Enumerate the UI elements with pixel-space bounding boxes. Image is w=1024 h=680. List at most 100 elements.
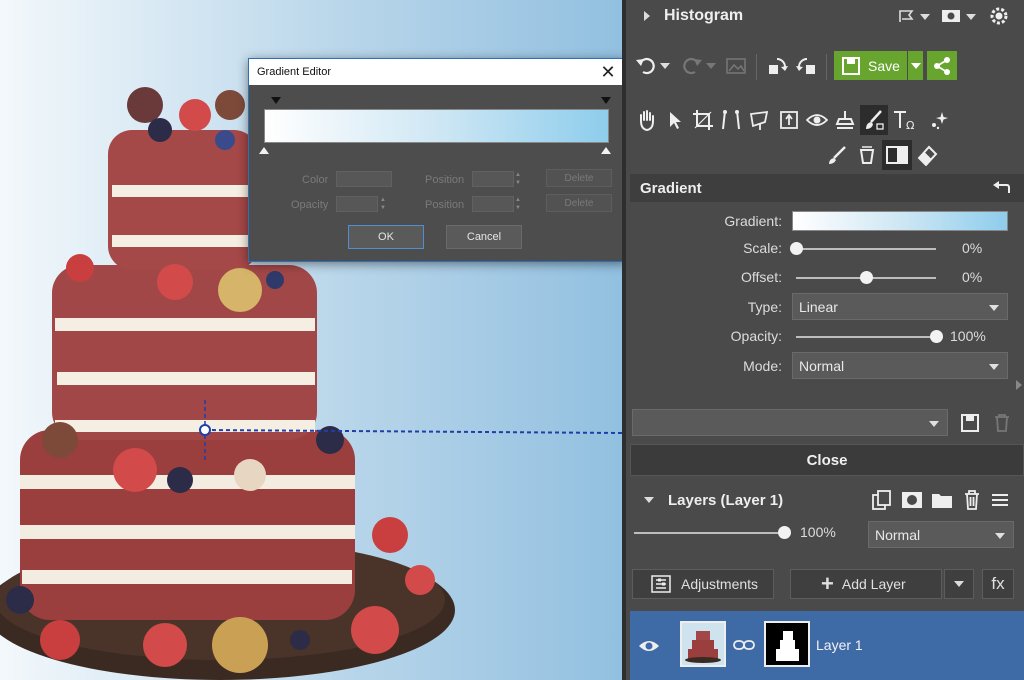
offset-label: Offset: xyxy=(741,269,782,285)
pointer-tool-icon[interactable] xyxy=(662,107,688,133)
plus-icon: + xyxy=(821,571,834,596)
color-field[interactable] xyxy=(336,171,392,187)
eraser-tool-icon[interactable] xyxy=(914,142,940,168)
chevron-down-icon[interactable] xyxy=(966,12,976,22)
menu-icon[interactable] xyxy=(988,488,1012,512)
crop-flag-icon[interactable] xyxy=(896,6,918,26)
chevron-down-icon xyxy=(706,61,716,71)
reset-arrow-icon[interactable] xyxy=(990,178,1012,198)
adjustments-label: Adjustments xyxy=(681,576,759,592)
opacity-value: 100% xyxy=(950,328,986,344)
perspective-tool-icon[interactable] xyxy=(746,107,772,133)
brush-tool-icon[interactable] xyxy=(860,105,888,135)
offset-slider-knob[interactable] xyxy=(860,271,873,284)
layer-opacity-slider-track[interactable] xyxy=(634,532,784,534)
save-button[interactable]: Save xyxy=(834,51,907,80)
chevron-down-icon xyxy=(929,421,939,427)
trash-icon[interactable] xyxy=(960,488,984,512)
mode-select[interactable]: Normal xyxy=(792,352,1008,379)
gradient-preview-bar[interactable] xyxy=(264,109,609,143)
delete-preset-icon xyxy=(990,411,1014,435)
clone-stamp-tool-icon[interactable] xyxy=(832,107,858,133)
red-eye-tool-icon[interactable] xyxy=(804,107,830,133)
opacity-stop-right[interactable] xyxy=(601,97,611,104)
layer-mask-icon[interactable] xyxy=(900,488,924,512)
add-layer-button[interactable]: + Add Layer xyxy=(790,569,942,599)
fill-bucket-icon[interactable] xyxy=(854,142,880,168)
layer-mask-thumbnail[interactable] xyxy=(764,621,810,667)
chevron-down-icon[interactable] xyxy=(920,12,930,22)
layers-title: Layers (Layer 1) xyxy=(668,491,784,509)
color-stop-right[interactable] xyxy=(601,147,611,154)
opacity-slider-knob[interactable] xyxy=(930,330,943,343)
save-preset-icon[interactable] xyxy=(958,411,982,435)
ok-button[interactable]: OK xyxy=(348,225,424,249)
svg-text:Ω: Ω xyxy=(906,119,914,131)
opacity-field[interactable] xyxy=(336,196,378,212)
save-options-dropdown[interactable] xyxy=(908,51,923,80)
display-mode-icon[interactable] xyxy=(940,6,962,26)
hand-tool-icon[interactable] xyxy=(634,107,660,133)
type-select[interactable]: Linear xyxy=(792,293,1008,320)
adjustments-button[interactable]: Adjustments xyxy=(632,569,774,599)
rotate-right-icon[interactable] xyxy=(794,54,818,80)
opacity-position-field[interactable] xyxy=(472,196,514,212)
gradient-editor-dialog: Gradient Editor ✕ Color Position ▲ ▼ Dele… xyxy=(248,58,626,262)
opacity-label: Opacity: xyxy=(730,328,782,344)
duplicate-layer-icon[interactable] xyxy=(870,488,894,512)
scale-slider-track[interactable] xyxy=(796,248,936,250)
spin-arrows-icon[interactable]: ▲ ▼ xyxy=(514,171,522,187)
layer-opacity-value: 100% xyxy=(800,524,836,540)
gradient-tool-icon[interactable] xyxy=(882,140,912,170)
folder-icon[interactable] xyxy=(930,488,954,512)
text-tool-icon[interactable]: Ω xyxy=(890,105,920,135)
effects-sparkle-icon[interactable] xyxy=(926,107,952,133)
collapse-arrow-icon xyxy=(644,497,654,503)
opacity-delete-button[interactable]: Delete xyxy=(546,194,612,212)
save-label: Save xyxy=(868,57,900,74)
gradient-swatch[interactable] xyxy=(792,211,1008,231)
close-button[interactable]: Close xyxy=(630,444,1024,476)
layer-opacity-slider-knob[interactable] xyxy=(778,526,791,539)
share-icon xyxy=(934,56,950,75)
layer-row[interactable]: Layer 1 xyxy=(630,611,1024,680)
dialog-titlebar[interactable]: Gradient Editor ✕ xyxy=(249,59,625,85)
close-icon[interactable]: ✕ xyxy=(591,59,625,85)
toolbar-divider xyxy=(826,54,827,80)
layer-name: Layer 1 xyxy=(816,637,863,653)
opacity-slider-track[interactable] xyxy=(796,336,936,338)
adjustments-icon xyxy=(651,575,671,593)
gradient-handle[interactable] xyxy=(199,424,211,436)
histogram-header[interactable]: Histogram xyxy=(630,2,1024,30)
visibility-eye-icon[interactable] xyxy=(636,635,662,657)
opacity-position-label: Position xyxy=(425,199,465,211)
color-stop-left[interactable] xyxy=(259,147,269,154)
share-button[interactable] xyxy=(927,51,957,80)
add-layer-dropdown[interactable] xyxy=(944,569,974,599)
paint-brush-icon[interactable] xyxy=(824,142,850,168)
chevron-down-icon[interactable] xyxy=(660,61,670,71)
opacity-stop-left[interactable] xyxy=(271,97,281,104)
chevron-down-icon xyxy=(954,581,964,587)
color-delete-button[interactable]: Delete xyxy=(546,169,612,187)
spin-arrows-icon[interactable]: ▲ ▼ xyxy=(379,196,387,212)
cancel-button[interactable]: Cancel xyxy=(446,225,522,249)
scale-label: Scale: xyxy=(743,240,782,256)
fx-button[interactable]: fx xyxy=(982,569,1014,599)
canvas-size-tool-icon[interactable] xyxy=(776,107,802,133)
layer-thumbnail[interactable] xyxy=(680,621,726,667)
panel-collapse-arrow-icon[interactable] xyxy=(1016,380,1022,390)
straighten-tool-icon[interactable] xyxy=(718,107,744,133)
settings-gear-icon[interactable] xyxy=(988,5,1010,27)
spin-arrows-icon[interactable]: ▲ ▼ xyxy=(514,196,522,212)
undo-icon[interactable] xyxy=(634,54,658,78)
chevron-down-icon xyxy=(995,533,1005,539)
gradient-title: Gradient xyxy=(640,179,702,197)
crop-tool-icon[interactable] xyxy=(690,107,716,133)
color-position-field[interactable] xyxy=(472,171,514,187)
blend-mode-select[interactable]: Normal xyxy=(868,521,1014,548)
scale-slider-knob[interactable] xyxy=(790,242,803,255)
preset-select[interactable] xyxy=(632,409,948,436)
rotate-left-icon[interactable] xyxy=(766,54,790,80)
link-chain-icon[interactable] xyxy=(732,635,756,655)
